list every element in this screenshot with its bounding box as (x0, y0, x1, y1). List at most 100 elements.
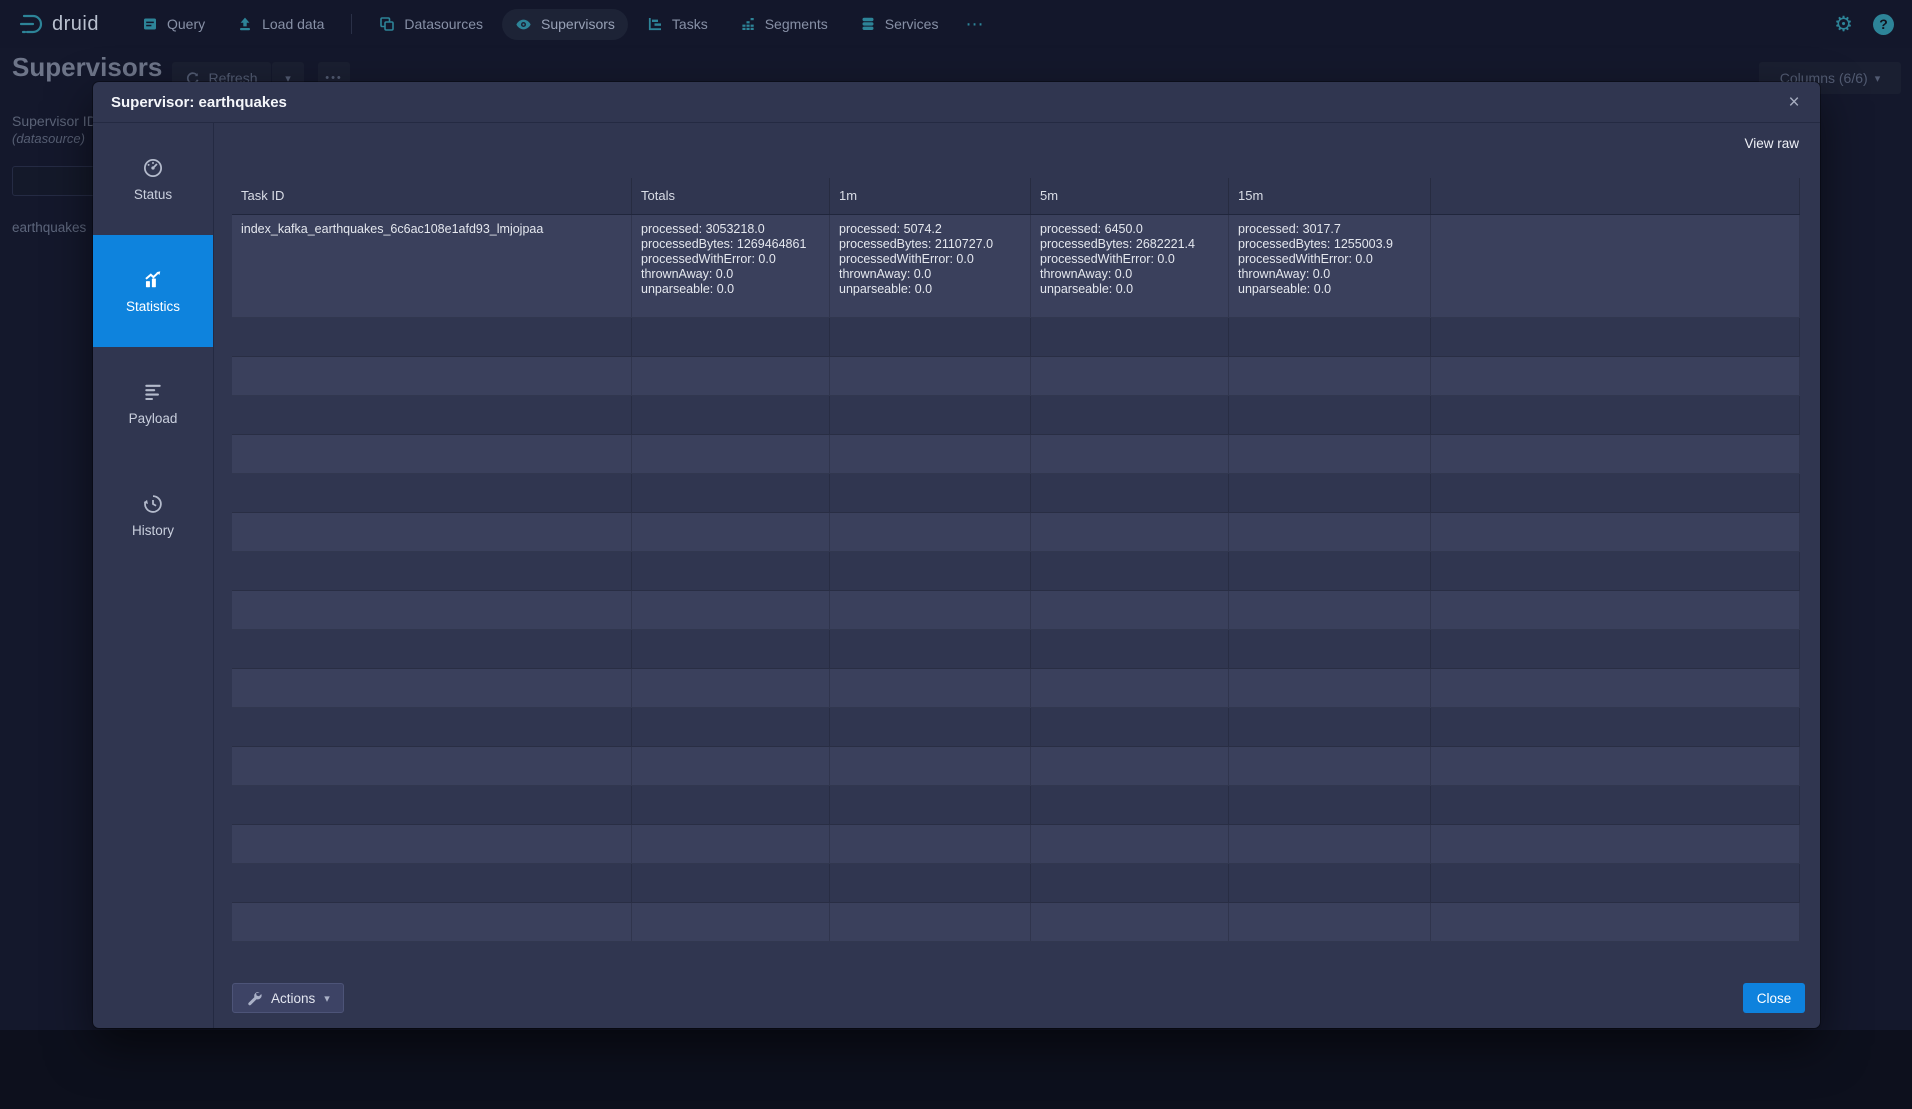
column-header-1m[interactable]: 1m (830, 178, 1031, 214)
close-icon[interactable]: × (1782, 91, 1806, 115)
empty-cell (1431, 708, 1800, 746)
empty-cell (830, 708, 1031, 746)
empty-row (232, 357, 1800, 396)
empty-cell (1031, 474, 1229, 512)
empty-cell (632, 864, 830, 902)
top-nav-bar: druid Query Load data Datasources Superv… (0, 0, 1912, 48)
empty-cell (830, 318, 1031, 356)
empty-cell (1229, 552, 1431, 590)
column-header-task-id[interactable]: Task ID (232, 178, 632, 214)
empty-cell (1229, 591, 1431, 629)
empty-cell (1431, 513, 1800, 551)
empty-cell (1229, 747, 1431, 785)
empty-cell (1229, 708, 1431, 746)
gear-icon[interactable]: ⚙ (1834, 14, 1853, 35)
chevron-down-icon: ▾ (324, 992, 330, 1005)
nav-item-services[interactable]: Services (847, 9, 952, 39)
dialog-footer: Actions ▾ Close (232, 983, 1805, 1013)
empty-cell (1431, 357, 1800, 395)
supervisor-row-earthquakes[interactable]: earthquakes (12, 220, 86, 235)
empty-row (232, 903, 1800, 942)
empty-row (232, 747, 1800, 786)
actions-label: Actions (271, 991, 315, 1006)
table-body: index_kafka_earthquakes_6c6ac108e1afd93_… (232, 215, 1800, 942)
stat-cell: processed: 5074.2processedBytes: 2110727… (830, 215, 1031, 317)
empty-cell (1431, 825, 1800, 863)
empty-cell (830, 474, 1031, 512)
dialog-header: Supervisor: earthquakes (93, 82, 1820, 123)
empty-cell (232, 513, 632, 551)
tab-label: History (132, 523, 174, 538)
empty-cell (1431, 903, 1800, 941)
stat-cell (1431, 215, 1800, 317)
empty-cell (232, 357, 632, 395)
empty-row (232, 396, 1800, 435)
tab-history[interactable]: History (93, 459, 213, 571)
empty-cell (1229, 630, 1431, 668)
nav-item-load-data[interactable]: Load data (224, 9, 337, 39)
empty-cell (232, 474, 632, 512)
empty-cell (1431, 786, 1800, 824)
empty-cell (1031, 435, 1229, 473)
column-header-totals[interactable]: Totals (632, 178, 830, 214)
empty-cell (632, 357, 830, 395)
empty-cell (1431, 747, 1800, 785)
view-raw-link[interactable]: View raw (1744, 136, 1799, 151)
empty-cell (1229, 357, 1431, 395)
nav-more-menu[interactable]: ⋯ (957, 10, 991, 39)
empty-cell (1031, 825, 1229, 863)
empty-cell (1031, 786, 1229, 824)
empty-cell (232, 708, 632, 746)
empty-cell (1031, 708, 1229, 746)
close-button[interactable]: Close (1743, 983, 1805, 1013)
nav-item-segments[interactable]: Segments (727, 9, 841, 39)
empty-row (232, 669, 1800, 708)
stat-cell: processed: 3053218.0processedBytes: 1269… (632, 215, 830, 317)
page-title: Supervisors (12, 52, 162, 83)
empty-row (232, 708, 1800, 747)
column-header-5m[interactable]: 5m (1031, 178, 1229, 214)
nav-item-tasks[interactable]: Tasks (634, 9, 721, 39)
empty-cell (632, 669, 830, 707)
dialog-title: Supervisor: earthquakes (111, 94, 287, 111)
nav-item-query[interactable]: Query (129, 9, 218, 39)
empty-cell (232, 786, 632, 824)
empty-cell (632, 786, 830, 824)
empty-cell (830, 630, 1031, 668)
column-header-supervisor-id[interactable]: Supervisor ID (12, 113, 97, 129)
nav-item-label: Services (885, 16, 939, 32)
empty-cell (830, 786, 1031, 824)
empty-cell (232, 396, 632, 434)
column-header-blank[interactable] (1431, 178, 1800, 214)
empty-cell (232, 825, 632, 863)
empty-row (232, 513, 1800, 552)
actions-button[interactable]: Actions ▾ (232, 983, 344, 1013)
empty-cell (830, 669, 1031, 707)
empty-cell (1229, 903, 1431, 941)
tab-payload[interactable]: Payload (93, 347, 213, 459)
empty-cell (1031, 513, 1229, 551)
empty-cell (232, 318, 632, 356)
column-header-15m[interactable]: 15m (1229, 178, 1431, 214)
empty-cell (232, 435, 632, 473)
help-icon[interactable]: ? (1873, 14, 1894, 35)
chevron-down-icon: ▾ (1875, 72, 1881, 85)
empty-cell (632, 591, 830, 629)
empty-cell (1431, 669, 1800, 707)
empty-cell (830, 552, 1031, 590)
nav-item-label: Datasources (404, 16, 483, 32)
empty-cell (1431, 474, 1800, 512)
tab-statistics[interactable]: Statistics (93, 235, 213, 347)
empty-row (232, 786, 1800, 825)
druid-logo[interactable]: druid (18, 11, 99, 37)
wrench-icon (246, 990, 262, 1006)
tab-status[interactable]: Status (93, 123, 213, 235)
empty-cell (1229, 669, 1431, 707)
nav-item-datasources[interactable]: Datasources (366, 9, 496, 39)
empty-cell (1431, 552, 1800, 590)
empty-row (232, 435, 1800, 474)
nav-item-supervisors[interactable]: Supervisors (502, 9, 628, 40)
task-stats-row: index_kafka_earthquakes_6c6ac108e1afd93_… (232, 215, 1800, 318)
empty-cell (1431, 591, 1800, 629)
nav-right-icons: ⚙ ? (1834, 14, 1894, 35)
